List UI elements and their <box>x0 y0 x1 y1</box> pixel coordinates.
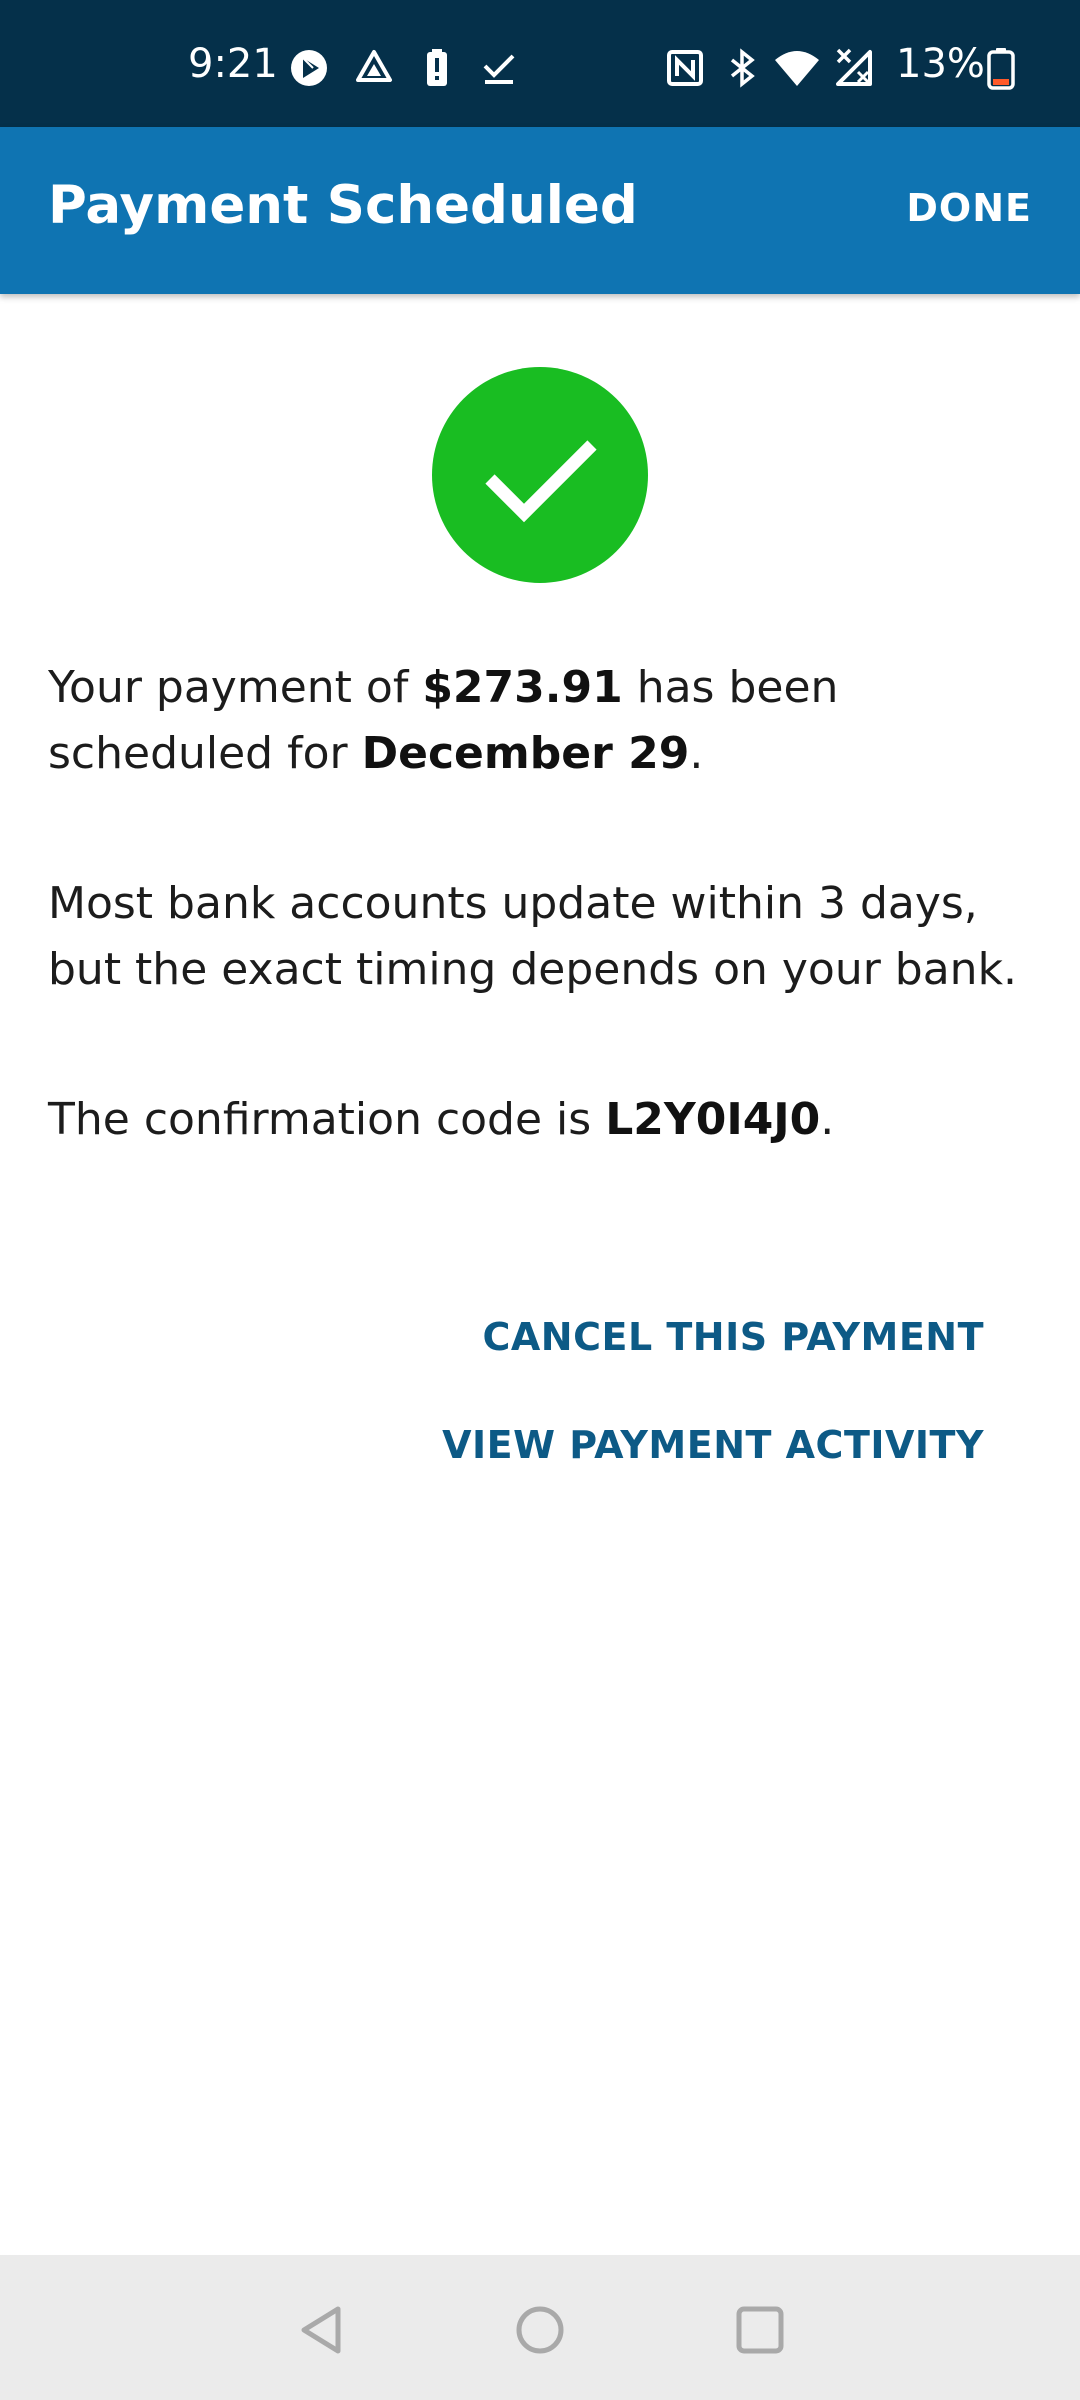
status-time: 9:21 <box>188 41 278 87</box>
payment-summary-text: Your payment of $273.91 has been schedul… <box>48 655 1038 787</box>
confirmation-suffix: . <box>820 1094 835 1145</box>
status-bar: 9:21 13% <box>0 0 1080 127</box>
confirmation-text: The confirmation code is L2Y0I4J0. <box>48 1087 1038 1153</box>
app-bar: Payment Scheduled DONE <box>0 127 1080 294</box>
home-icon[interactable] <box>505 2295 575 2365</box>
battery-percent: 13% <box>896 41 985 87</box>
nfc-icon <box>667 50 703 86</box>
confirmation-prefix: The confirmation code is <box>48 1094 606 1145</box>
back-icon[interactable] <box>288 2295 358 2365</box>
payment-amount: $273.91 <box>422 662 623 713</box>
bluetooth-icon <box>730 48 755 88</box>
payment-scheduled-screen: 9:21 13% Payment Scheduled DONE Your pay… <box>0 0 1080 2400</box>
confirmation-code: L2Y0I4J0 <box>605 1094 821 1145</box>
wifi-icon <box>775 51 819 86</box>
payment-date: December 29 <box>361 728 690 779</box>
battery-icon <box>987 48 1015 90</box>
view-payment-activity-button[interactable]: VIEW PAYMENT ACTIVITY <box>442 1415 984 1475</box>
summary-prefix: Your payment of <box>48 662 423 713</box>
page-title: Payment Scheduled <box>48 175 638 236</box>
summary-suffix: . <box>689 728 704 779</box>
signal-off-icon <box>836 48 872 86</box>
cancel-payment-button[interactable]: CANCEL THIS PAYMENT <box>483 1307 985 1367</box>
system-nav-bar <box>0 2255 1080 2400</box>
recents-icon[interactable] <box>725 2295 795 2365</box>
done-button[interactable]: DONE <box>894 173 1044 243</box>
battery-alert-icon <box>427 49 447 86</box>
success-badge <box>432 367 648 583</box>
play-circle-icon <box>291 50 327 86</box>
done-check-icon <box>483 54 515 84</box>
drive-icon <box>356 50 392 82</box>
bank-timing-note: Most bank accounts update within 3 days,… <box>48 878 1018 995</box>
checkmark-icon <box>485 440 597 523</box>
